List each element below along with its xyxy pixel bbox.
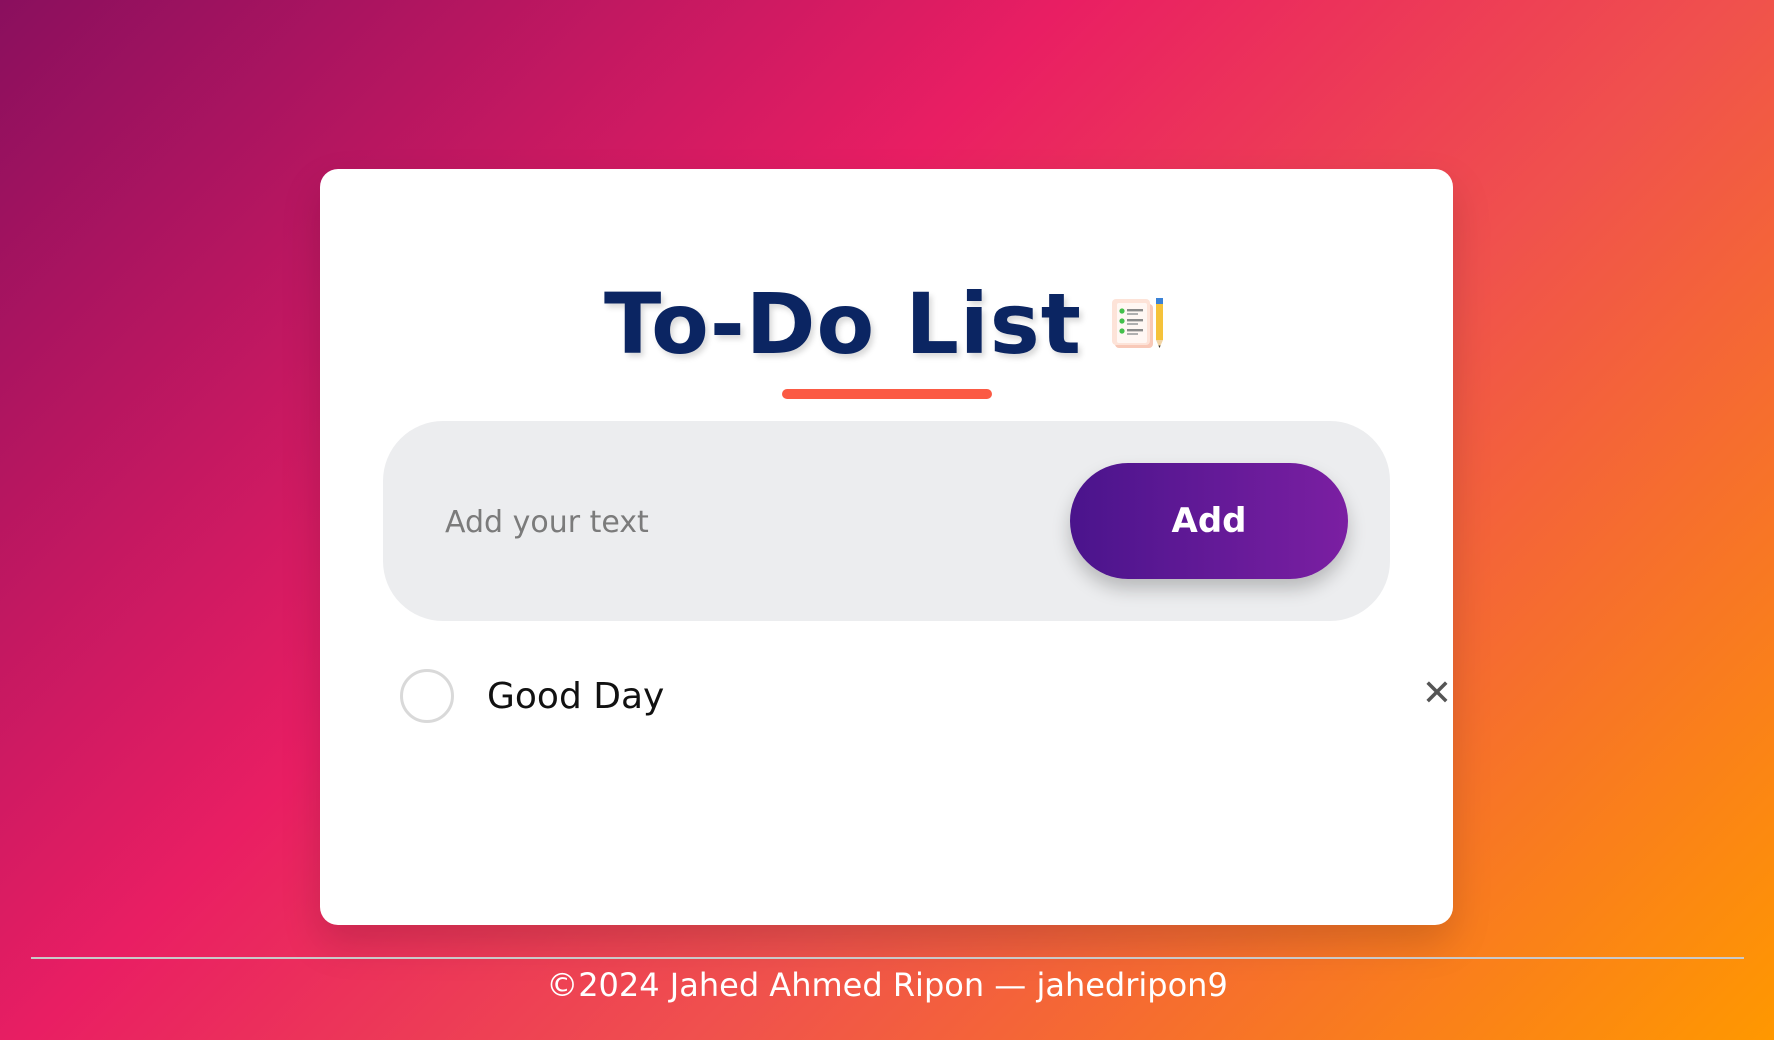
input-row: Add (383, 421, 1390, 621)
header: To-Do List (320, 269, 1453, 379)
footer-copyright: ©2024 Jahed Ahmed Ripon — jahedripon9 (546, 966, 1228, 1004)
title-underline (782, 389, 992, 399)
todo-list: Good Day ✕ (400, 669, 1452, 731)
todo-card: To-Do List Add your text Add Good Day ✕ (320, 169, 1453, 925)
notepad-pencil-icon (1109, 294, 1169, 354)
page-title: To-Do List (604, 275, 1082, 373)
todo-item-text[interactable]: Good Day (487, 675, 664, 719)
add-button[interactable]: Add (1070, 463, 1348, 579)
todo-text-input[interactable] (443, 481, 1047, 563)
footer-divider (31, 957, 1744, 959)
list-item[interactable]: Good Day ✕ (400, 669, 1452, 731)
checkbox-circle-icon[interactable] (400, 669, 454, 723)
close-icon[interactable]: ✕ (1412, 669, 1462, 719)
